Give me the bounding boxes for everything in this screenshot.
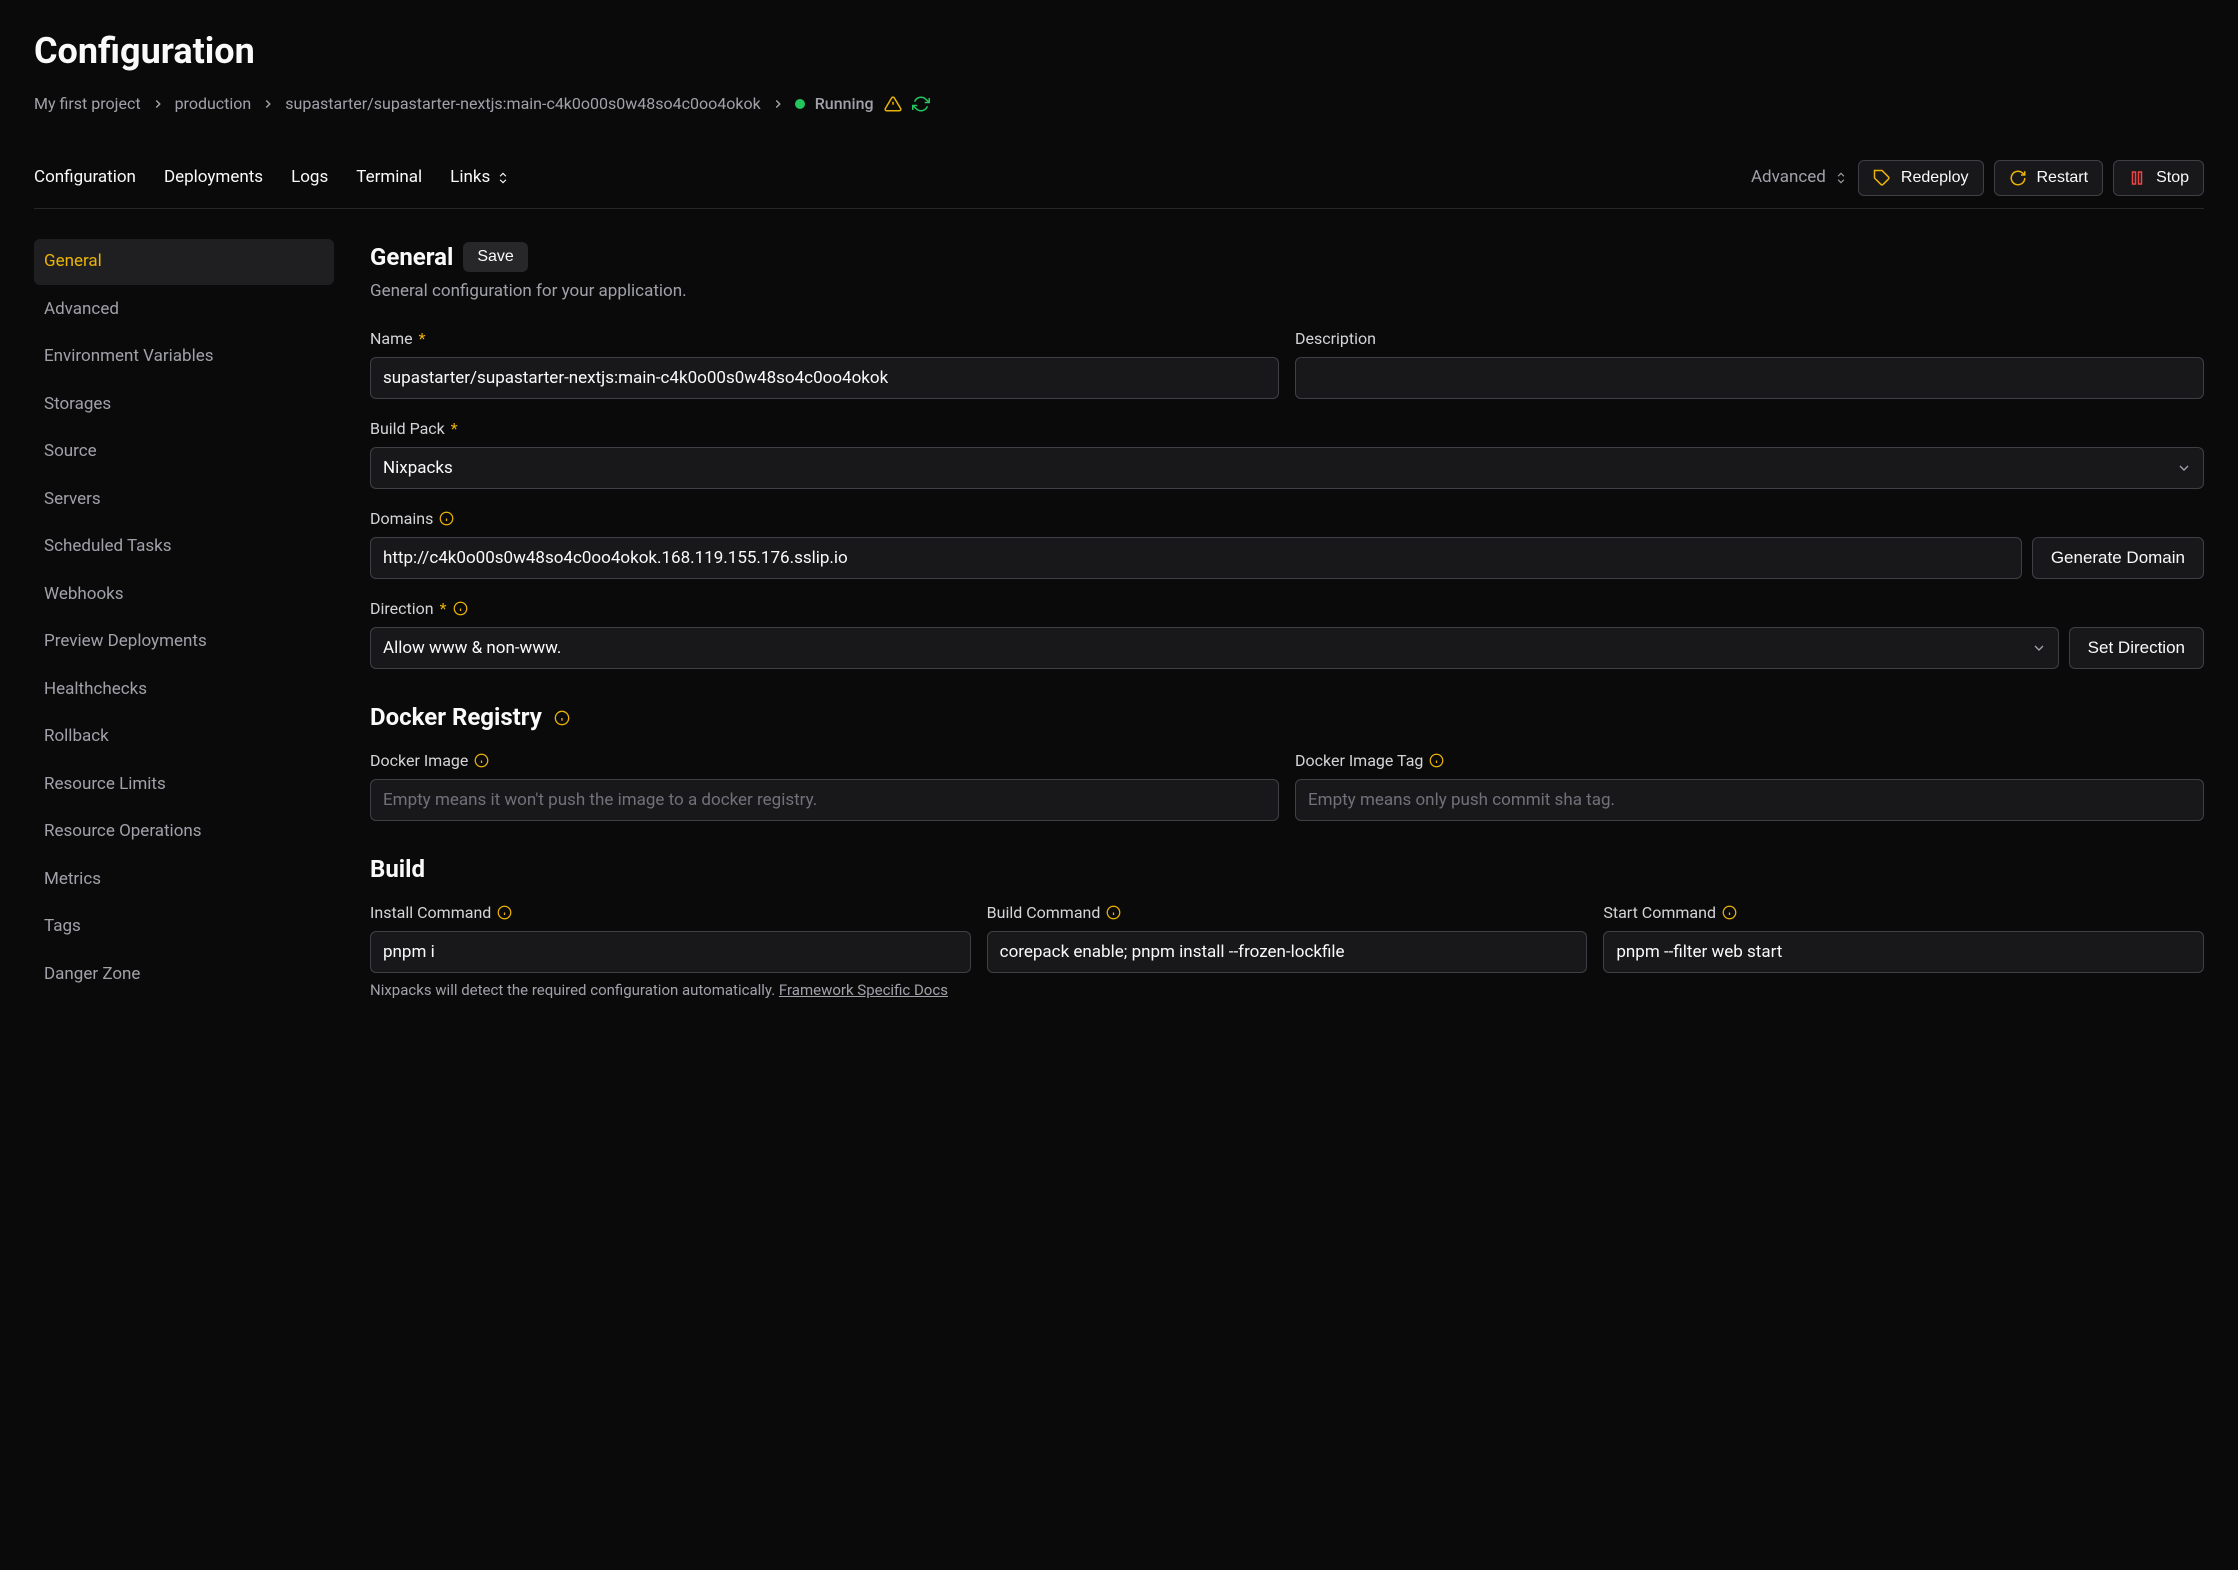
restart-label: Restart	[2037, 169, 2089, 187]
redeploy-button[interactable]: Redeploy	[1858, 160, 1984, 196]
sidebar-item-webhooks[interactable]: Webhooks	[34, 572, 334, 618]
sidebar-item-resource-limits[interactable]: Resource Limits	[34, 762, 334, 808]
description-label: Description	[1295, 327, 2204, 351]
domains-label: Domains	[370, 507, 2204, 531]
stop-label: Stop	[2156, 169, 2189, 187]
info-icon	[453, 601, 468, 616]
sidebar-item-rollback[interactable]: Rollback	[34, 714, 334, 760]
sidebar-item-resource-operations[interactable]: Resource Operations	[34, 809, 334, 855]
install-command-label: Install Command	[370, 901, 971, 925]
general-section-desc: General configuration for your applicati…	[370, 279, 2204, 305]
sidebar-item-scheduled-tasks[interactable]: Scheduled Tasks	[34, 524, 334, 570]
buildpack-select[interactable]: Nixpacks	[370, 447, 2204, 489]
sort-icon	[1834, 171, 1848, 185]
docker-image-label: Docker Image	[370, 749, 1279, 773]
breadcrumb-app[interactable]: supastarter/supastarter-nextjs:main-c4k0…	[285, 92, 760, 116]
buildpack-label: Build Pack*	[370, 417, 2204, 441]
sidebar-item-metrics[interactable]: Metrics	[34, 857, 334, 903]
sidebar-item-preview-deployments[interactable]: Preview Deployments	[34, 619, 334, 665]
docker-tag-label: Docker Image Tag	[1295, 749, 2204, 773]
docker-image-input[interactable]	[370, 779, 1279, 821]
tab-terminal[interactable]: Terminal	[356, 165, 422, 191]
tab-links-label: Links	[450, 165, 490, 191]
restart-button[interactable]: Restart	[1994, 160, 2104, 196]
sidebar-item-source[interactable]: Source	[34, 429, 334, 475]
docker-tag-input[interactable]	[1295, 779, 2204, 821]
name-input[interactable]	[370, 357, 1279, 399]
info-icon	[1722, 905, 1737, 920]
info-icon	[1429, 753, 1444, 768]
sidebar-item-advanced[interactable]: Advanced	[34, 287, 334, 333]
refresh-icon[interactable]	[912, 95, 930, 113]
page-title: Configuration	[34, 24, 2204, 78]
general-section-title: General	[370, 239, 453, 275]
sidebar-item-general[interactable]: General	[34, 239, 334, 285]
direction-select[interactable]: Allow www & non-www.	[370, 627, 2059, 669]
status-badge[interactable]: Running	[815, 92, 874, 116]
direction-label: Direction*	[370, 597, 2204, 621]
install-command-input[interactable]	[370, 931, 971, 973]
stop-button[interactable]: Stop	[2113, 160, 2204, 196]
description-input[interactable]	[1295, 357, 2204, 399]
advanced-label: Advanced	[1751, 165, 1826, 191]
chevron-right-icon	[261, 97, 275, 111]
main-panel: General Save General configuration for y…	[370, 239, 2204, 1001]
sidebar-item-storages[interactable]: Storages	[34, 382, 334, 428]
breadcrumb-project[interactable]: My first project	[34, 92, 141, 116]
docker-section-title: Docker Registry	[370, 699, 2204, 735]
start-command-input[interactable]	[1603, 931, 2204, 973]
info-icon	[554, 710, 570, 726]
chevron-right-icon	[151, 97, 165, 111]
sidebar-item-servers[interactable]: Servers	[34, 477, 334, 523]
name-label: Name*	[370, 327, 1279, 351]
build-command-input[interactable]	[987, 931, 1588, 973]
sidebar-item-tags[interactable]: Tags	[34, 904, 334, 950]
save-button[interactable]: Save	[463, 242, 527, 272]
restart-icon	[2009, 169, 2027, 187]
breadcrumb: My first project production supastarter/…	[34, 92, 2204, 116]
sidebar-item-danger-zone[interactable]: Danger Zone	[34, 952, 334, 998]
start-command-label: Start Command	[1603, 901, 2204, 925]
info-icon	[1106, 905, 1121, 920]
info-icon	[497, 905, 512, 920]
settings-sidebar: General Advanced Environment Variables S…	[34, 239, 334, 1001]
tab-deployments[interactable]: Deployments	[164, 165, 263, 191]
tab-configuration[interactable]: Configuration	[34, 165, 136, 191]
info-icon	[474, 753, 489, 768]
info-icon	[439, 511, 454, 526]
chevron-right-icon	[771, 97, 785, 111]
generate-domain-button[interactable]: Generate Domain	[2032, 537, 2204, 579]
build-hint: Nixpacks will detect the required config…	[370, 979, 2204, 1002]
build-section-title: Build	[370, 851, 2204, 887]
set-direction-button[interactable]: Set Direction	[2069, 627, 2204, 669]
tag-icon	[1873, 169, 1891, 187]
framework-docs-link[interactable]: Framework Specific Docs	[779, 981, 948, 999]
domains-input[interactable]	[370, 537, 2022, 579]
sidebar-item-healthchecks[interactable]: Healthchecks	[34, 667, 334, 713]
stop-icon	[2128, 169, 2146, 187]
breadcrumb-env[interactable]: production	[175, 92, 252, 116]
advanced-menu[interactable]: Advanced	[1751, 165, 1848, 191]
redeploy-label: Redeploy	[1901, 169, 1969, 187]
tab-bar: Configuration Deployments Logs Terminal …	[34, 165, 510, 191]
tab-links[interactable]: Links	[450, 165, 510, 191]
warning-icon[interactable]	[884, 95, 902, 113]
tab-logs[interactable]: Logs	[291, 165, 328, 191]
build-command-label: Build Command	[987, 901, 1588, 925]
sidebar-item-env-vars[interactable]: Environment Variables	[34, 334, 334, 380]
status-dot-icon	[795, 99, 805, 109]
sort-icon	[496, 171, 510, 185]
